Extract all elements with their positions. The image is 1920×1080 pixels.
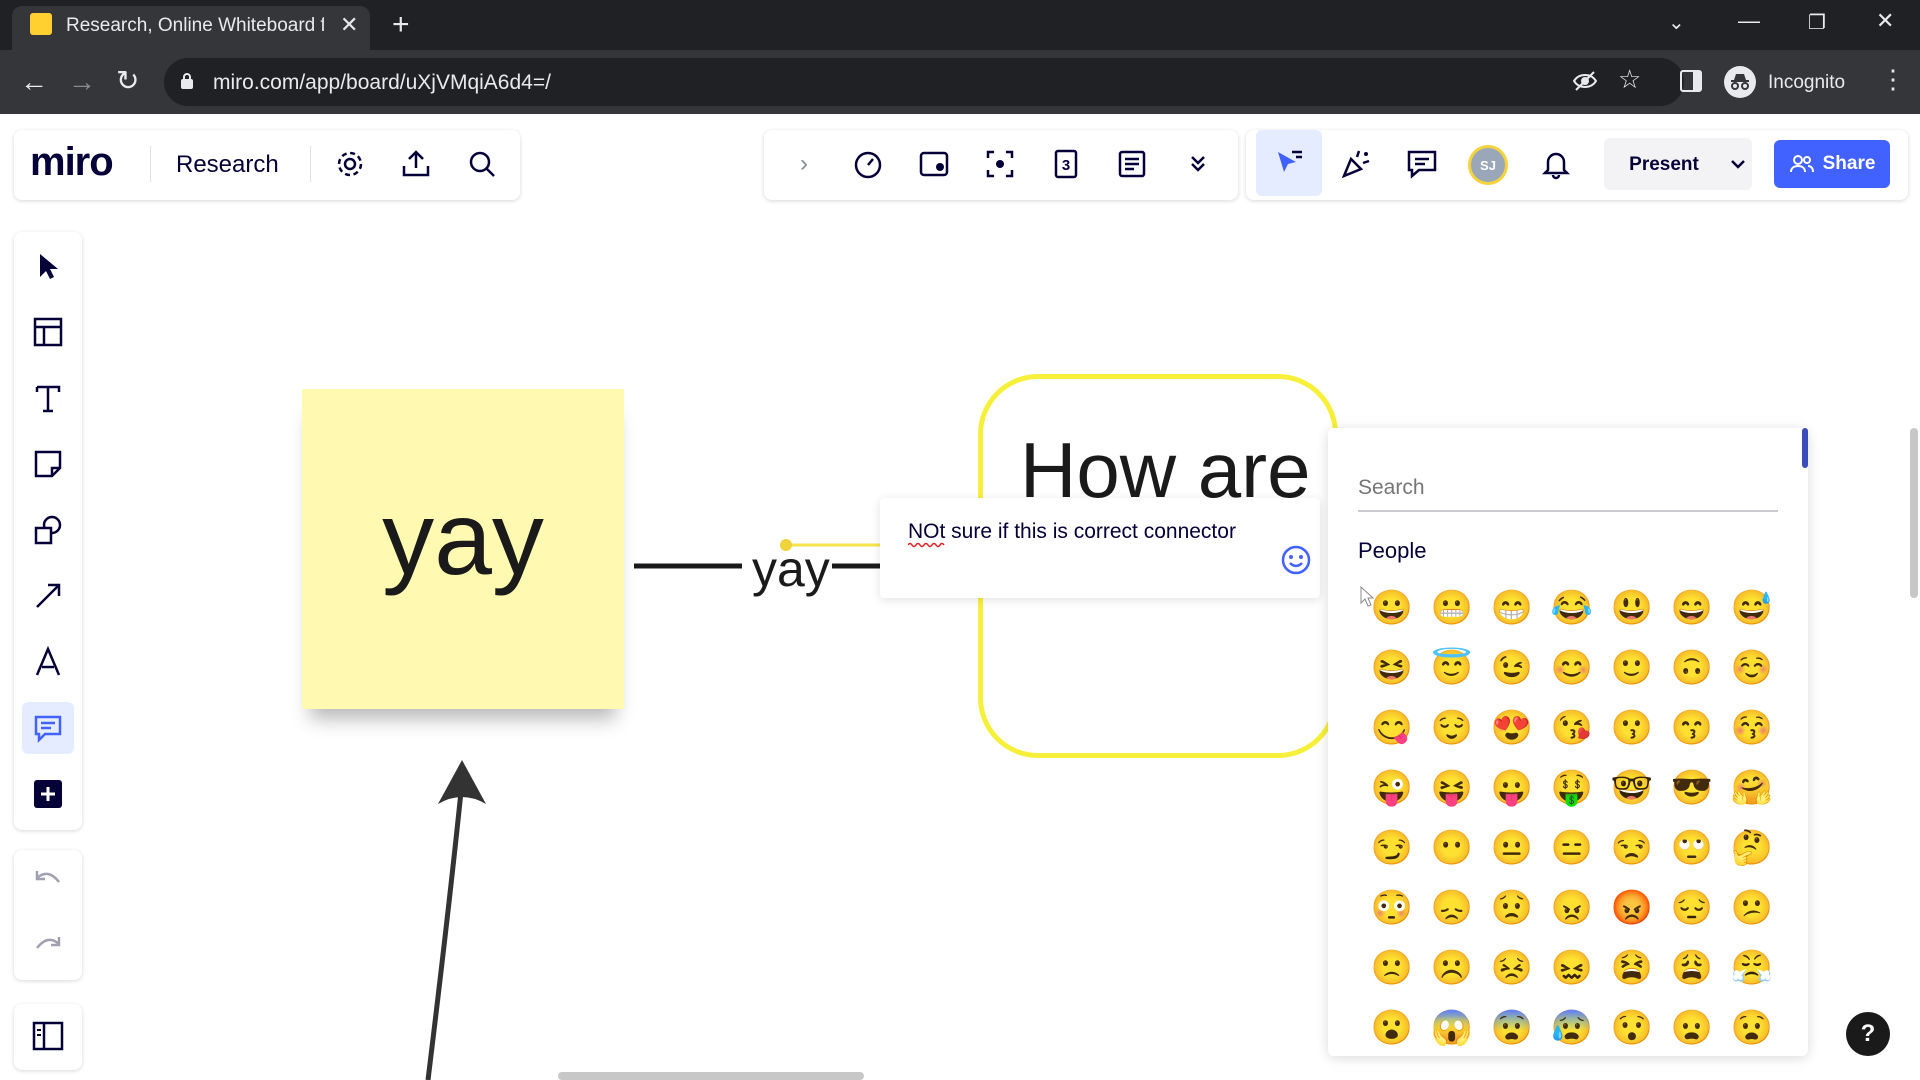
emoji-item[interactable]: 😋 [1362,698,1422,758]
emoji-item[interactable]: 🙂 [1602,638,1662,698]
emoji-item[interactable]: 😟 [1482,878,1542,938]
emoji-item[interactable]: 😉 [1482,638,1542,698]
emoji-item[interactable]: 😫 [1602,938,1662,998]
emoji-item[interactable]: 😐 [1482,818,1542,878]
emoji-item[interactable]: 😳 [1362,878,1422,938]
emoji-item[interactable]: 😂 [1542,578,1602,638]
emoji-item[interactable]: 🙃 [1662,638,1722,698]
emoji-item[interactable]: 😍 [1482,698,1542,758]
emoji-item[interactable]: 🙁 [1362,938,1422,998]
help-button[interactable]: ? [1846,1012,1890,1056]
emoji-item[interactable]: 😞 [1422,878,1482,938]
emoji-item[interactable]: 😨 [1482,998,1542,1058]
emoji-item[interactable]: 😙 [1662,698,1722,758]
emoji-item[interactable]: 😶 [1422,818,1482,878]
emoji-item[interactable]: 😩 [1662,938,1722,998]
emoji-item[interactable]: 🤓 [1602,758,1662,818]
emoji-item[interactable]: 😎 [1662,758,1722,818]
canvas-vertical-scrollbar[interactable] [1910,428,1918,598]
emoji-item[interactable]: 😣 [1482,938,1542,998]
emoji-item[interactable]: 😜 [1362,758,1422,818]
emoji-item[interactable]: 🙄 [1662,818,1722,878]
emoji-category-title: People [1358,538,1427,563]
emoji-search-input[interactable] [1358,466,1778,512]
canvas-horizontal-scrollbar[interactable] [558,1072,864,1080]
emoji-item[interactable]: 😚 [1722,698,1782,758]
emoji-item[interactable]: 😊 [1542,638,1602,698]
emoji-item[interactable]: 😁 [1482,578,1542,638]
emoji-item[interactable]: 😗 [1602,698,1662,758]
emoji-item[interactable]: 😆 [1362,638,1422,698]
arrow-connector[interactable] [425,781,465,1080]
emoji-item[interactable]: ☹️ [1422,938,1482,998]
emoji-item[interactable]: 🤑 [1542,758,1602,818]
emoji-item[interactable]: 😦 [1662,998,1722,1058]
emoji-item[interactable]: 😒 [1602,818,1662,878]
connector-label[interactable]: yay [752,540,830,598]
emoji-item[interactable]: 😰 [1542,998,1602,1058]
emoji-item[interactable]: 😃 [1602,578,1662,638]
emoji-item[interactable]: 😱 [1422,998,1482,1058]
emoji-item[interactable]: 😬 [1422,578,1482,638]
emoji-item[interactable]: 😇 [1422,638,1482,698]
emoji-item[interactable]: 🤗 [1722,758,1782,818]
emoji-item[interactable]: 😮 [1362,998,1422,1058]
emoji-item[interactable]: 😅 [1722,578,1782,638]
emoji-smile-icon[interactable] [1280,544,1312,576]
emoji-item[interactable]: ☺️ [1722,638,1782,698]
emoji-item[interactable]: 😔 [1662,878,1722,938]
emoji-item[interactable]: 😡 [1602,878,1662,938]
emoji-item[interactable]: 😝 [1422,758,1482,818]
spellcheck-underline [908,542,945,548]
emoji-item[interactable]: 😑 [1542,818,1602,878]
emoji-item[interactable]: 😛 [1482,758,1542,818]
emoji-item[interactable]: 😧 [1722,998,1782,1058]
comment-input-box[interactable] [880,498,1320,598]
comment-text[interactable]: NOt sure if this is correct connector [908,520,1236,544]
emoji-item[interactable]: 😕 [1722,878,1782,938]
emoji-item[interactable]: 😄 [1662,578,1722,638]
mouse-pointer-icon [1360,586,1374,608]
emoji-picker-scrollbar[interactable] [1802,428,1808,468]
emoji-item[interactable]: 😤 [1722,938,1782,998]
emoji-item[interactable]: 😠 [1542,878,1602,938]
emoji-item[interactable]: 😘 [1542,698,1602,758]
emoji-grid: 😀 😬 😁 😂 😃 😄 😅 😆 😇 😉 😊 🙂 🙃 ☺️ 😋 😌 😍 😘 😗 😙 😚 😜 😝 😛 🤑 🤓 😎 🤗 😏 😶 😐 😑 😒 🙄 🤔 😳 😞 😟 😠… [1362,578,1782,1058]
emoji-item[interactable]: 😏 [1362,818,1422,878]
emoji-item[interactable]: 😌 [1422,698,1482,758]
sticky-note-text: yay [382,481,544,597]
emoji-item[interactable]: 😖 [1542,938,1602,998]
emoji-item[interactable]: 🤔 [1722,818,1782,878]
emoji-item[interactable]: 😯 [1602,998,1662,1058]
